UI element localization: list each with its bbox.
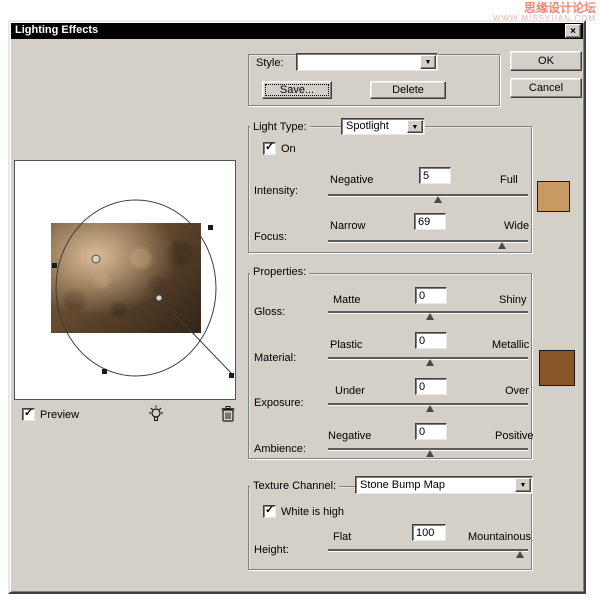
light-center-handle[interactable] [91,254,101,264]
trash-icon [221,406,235,422]
check-icon: ✓ [24,407,34,419]
window-title: Lighting Effects [15,24,99,36]
gloss-label: Gloss: [254,306,286,318]
delete-button[interactable]: Delete [370,81,446,99]
height-slider-thumb[interactable] [516,551,524,558]
on-checkbox-label: On [281,143,296,155]
intensity-slider[interactable] [328,190,528,204]
ambience-slider[interactable] [328,444,528,458]
exposure-right-label: Over [505,385,529,397]
white-is-high-label: White is high [281,506,344,518]
style-label: Style: [256,57,284,69]
texture-channel-dropdown-value: Stone Bump Map [360,479,445,491]
intensity-left-label: Negative [330,174,374,186]
ellipse-handle-bottom[interactable] [102,369,107,374]
delete-light-trash-icon[interactable] [219,404,237,424]
light-controls-overlay[interactable] [15,161,235,399]
texture-channel-label: Texture Channel: [250,480,340,493]
material-left-label: Plastic [330,339,363,351]
preview-checkbox[interactable]: ✓ [22,407,35,421]
focus-value-input[interactable] [414,213,446,230]
height-slider[interactable] [328,545,528,559]
ambience-right-label: Positive [495,430,534,442]
focus-left-label: Narrow [330,220,366,232]
white-is-high-checkbox[interactable]: ✓ [263,504,276,518]
material-label: Material: [254,352,297,364]
cancel-button[interactable]: Cancel [510,78,582,98]
add-light-bulb-icon[interactable] [146,404,166,424]
lighting-effects-dialog: Lighting Effects × Style: ▼ Save... Dele… [8,20,586,594]
gloss-left-label: Matte [333,294,361,306]
ok-button[interactable]: OK [510,51,582,71]
ellipse-handle-left[interactable] [52,263,57,268]
focus-right-label: Wide [504,220,530,232]
properties-label: Properties: [250,266,310,279]
gloss-value-input[interactable] [415,287,447,304]
preview-checkbox-label: Preview [40,409,80,421]
gloss-slider[interactable] [328,307,528,321]
on-checkbox[interactable]: ✓ [263,141,276,155]
focus-slider-thumb[interactable] [498,242,506,249]
focus-slider[interactable] [328,236,528,250]
material-color-swatch[interactable] [539,350,575,386]
material-slider-thumb[interactable] [426,359,434,366]
light-type-label: Light Type: [250,121,310,134]
height-label: Height: [254,544,289,556]
material-value-input[interactable] [415,332,447,349]
height-right-label: Mountainous [468,531,531,543]
light-direction-line [158,297,235,377]
slider-track [328,549,528,551]
ellipse-handle-top-right[interactable] [208,225,213,230]
texture-channel-dropdown[interactable]: Stone Bump Map ▼ [355,476,533,494]
bulb-icon [149,405,163,422]
light-type-dropdown-value: Spotlight [346,120,389,132]
exposure-label: Exposure: [254,397,304,409]
style-dropdown[interactable]: ▼ [296,53,438,71]
light-type-dropdown[interactable]: Spotlight ▼ [341,118,425,135]
material-right-label: Metallic [492,339,530,351]
gloss-right-label: Shiny [499,294,527,306]
chevron-down-icon: ▼ [424,59,432,66]
exposure-left-label: Under [335,385,365,397]
ambience-label: Ambience: [254,443,306,455]
height-left-label: Flat [333,531,352,543]
intensity-slider-thumb[interactable] [434,196,442,203]
ellipse-handle-right[interactable] [229,373,234,378]
texture-channel-dropdown-button[interactable]: ▼ [515,478,531,492]
height-value-input[interactable] [412,524,446,541]
ambience-slider-thumb[interactable] [426,450,434,457]
light-color-swatch[interactable] [537,181,570,212]
check-icon: ✓ [265,141,275,153]
light-hotspot-handle[interactable] [155,294,163,302]
light-type-dropdown-button[interactable]: ▼ [407,120,423,133]
check-icon: ✓ [265,504,275,516]
exposure-value-input[interactable] [415,378,447,395]
focus-label: Focus: [254,231,288,243]
intensity-value-input[interactable] [419,167,451,184]
intensity-label: Intensity: [254,185,299,197]
save-button[interactable]: Save... [262,81,332,99]
close-button[interactable]: × [565,24,581,38]
title-bar[interactable]: Lighting Effects × [11,23,583,39]
light-ellipse[interactable] [55,199,217,377]
chevron-down-icon: ▼ [519,482,527,489]
intensity-right-label: Full [500,174,518,186]
exposure-slider-thumb[interactable] [426,405,434,412]
gloss-slider-thumb[interactable] [426,313,434,320]
slider-track [328,194,528,196]
preview-panel [14,160,236,400]
ambience-value-input[interactable] [415,423,447,440]
ambience-left-label: Negative [328,430,372,442]
style-dropdown-button[interactable]: ▼ [420,55,436,69]
material-slider[interactable] [328,353,528,367]
chevron-down-icon: ▼ [411,124,419,131]
exposure-slider[interactable] [328,399,528,413]
